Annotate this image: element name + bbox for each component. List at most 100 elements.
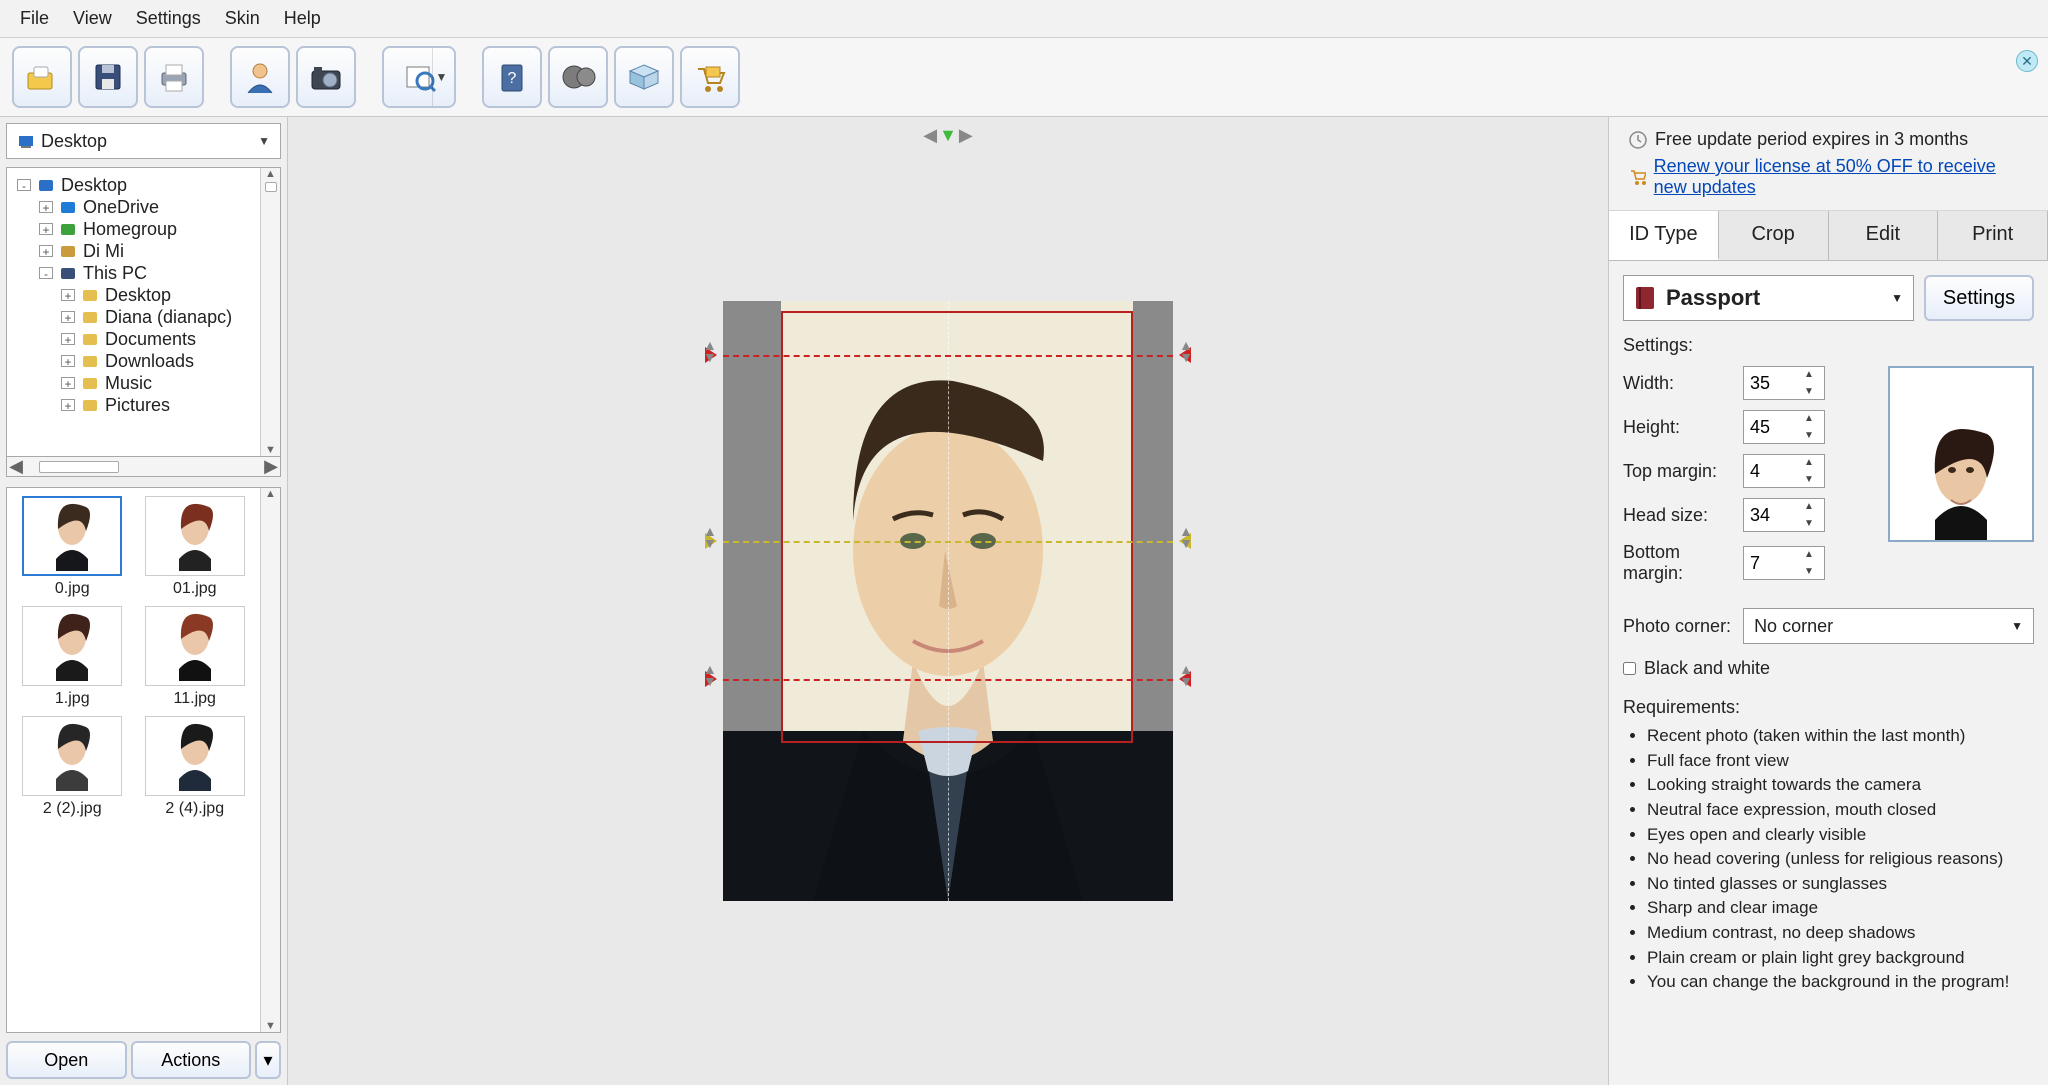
profile-button[interactable] [230,46,290,108]
cart-button[interactable] [680,46,740,108]
open-button[interactable]: Open [6,1041,127,1079]
photo-canvas[interactable]: ◀ ▼ ▶ [288,117,1608,1085]
requirement-item: Medium contrast, no deep shadows [1647,921,2034,946]
tree-hscroll[interactable]: ◀▶ [6,457,281,477]
thumbnail[interactable]: 01.jpg [138,496,253,598]
thumbnail[interactable]: 2 (4).jpg [138,716,253,818]
top-handle[interactable]: ◀ ▼ ▶ [923,125,973,146]
tree-item[interactable]: +OneDrive [13,196,254,218]
tab-crop[interactable]: Crop [1719,211,1829,260]
actions-button[interactable]: Actions [131,1041,252,1079]
open-file-button[interactable] [12,46,72,108]
bw-label: Black and white [1644,658,1770,679]
requirement-item: No head covering (unless for religious r… [1647,847,2034,872]
thumbs-scrollbar[interactable]: ▲ ▼ [260,488,280,1032]
tab-print[interactable]: Print [1938,211,2048,260]
tree-item[interactable]: -Desktop [13,174,254,196]
botmargin-spinner[interactable]: ▲▼ [1743,546,1825,580]
requirement-item: Looking straight towards the camera [1647,773,2034,798]
menu-view[interactable]: View [61,4,124,33]
idtype-label: Passport [1666,285,1760,311]
close-notice-icon[interactable]: ✕ [2016,50,2038,72]
tree-item[interactable]: +Documents [13,328,254,350]
requirement-item: Full face front view [1647,749,2034,774]
thumbnail-grid: 0.jpg 01.jpg 1.jpg 11.jpg 2 (2).jpg 2 (4… [7,488,260,1032]
width-label: Width: [1623,373,1743,394]
print-button[interactable] [144,46,204,108]
bw-checkbox[interactable] [1623,662,1636,675]
tab-idtype[interactable]: ID Type [1609,211,1719,260]
height-label: Height: [1623,417,1743,438]
chevron-down-icon: ▼ [1891,291,1903,305]
location-label: Desktop [41,131,107,152]
folder-tree[interactable]: -Desktop+OneDrive+Homegroup+Di Mi-This P… [7,168,260,456]
renew-link[interactable]: Renew your license at 50% OFF to receive… [1654,156,2028,198]
tree-item[interactable]: +Pictures [13,394,254,416]
settings-button[interactable]: Settings [1924,275,2034,321]
botmargin-label: Bottom margin: [1623,542,1743,584]
width-spinner[interactable]: ▲▼ [1743,366,1825,400]
clock-icon [1629,131,1647,149]
sample-photo [1888,366,2034,542]
requirement-item: Sharp and clear image [1647,896,2034,921]
height-spinner[interactable]: ▲▼ [1743,410,1825,444]
headsize-label: Head size: [1623,505,1743,526]
update-expiry-text: Free update period expires in 3 months [1655,129,1968,150]
box-button[interactable] [614,46,674,108]
photocorner-label: Photo corner: [1623,616,1731,637]
botmargin-input[interactable] [1744,553,1794,574]
requirement-item: You can change the background in the pro… [1647,970,2034,995]
actions-dropdown[interactable]: ▾ [255,1041,281,1079]
topmargin-input[interactable] [1744,461,1794,482]
tree-item[interactable]: +Music [13,372,254,394]
headsize-spinner[interactable]: ▲▼ [1743,498,1825,532]
svg-text:?: ? [508,70,517,87]
thumbnail[interactable]: 2 (2).jpg [15,716,130,818]
preview-button[interactable]: ▼ [382,46,456,108]
save-button[interactable] [78,46,138,108]
thumbnail[interactable]: 11.jpg [138,606,253,708]
requirement-item: Eyes open and clearly visible [1647,823,2034,848]
requirement-item: No tinted glasses or sunglasses [1647,872,2034,897]
width-input[interactable] [1744,373,1794,394]
thumbnail[interactable]: 0.jpg [15,496,130,598]
requirements-list: Recent photo (taken within the last mont… [1623,724,2034,995]
cart-icon [1629,167,1646,187]
menu-help[interactable]: Help [272,4,333,33]
passport-icon [1634,285,1656,311]
chevron-down-icon: ▼ [258,134,270,148]
chevron-down-icon: ▼ [2011,619,2023,633]
menu-file[interactable]: File [8,4,61,33]
menu-bar: File View Settings Skin Help [0,0,2048,38]
photocorner-value: No corner [1754,616,1833,637]
thumbnail[interactable]: 1.jpg [15,606,130,708]
tree-item[interactable]: +Homegroup [13,218,254,240]
topmargin-spinner[interactable]: ▲▼ [1743,454,1825,488]
tree-scrollbar[interactable]: ▲ ▼ [260,168,280,456]
tree-item[interactable]: -This PC [13,262,254,284]
video-button[interactable] [548,46,608,108]
settings-label: Settings: [1623,335,2034,356]
idtype-select[interactable]: Passport ▼ [1623,275,1914,321]
toolbar: ▼ ? ✕ [0,38,2048,117]
help-book-button[interactable]: ? [482,46,542,108]
tree-item[interactable]: +Desktop [13,284,254,306]
location-combo[interactable]: Desktop ▼ [6,123,281,159]
headsize-input[interactable] [1744,505,1794,526]
tree-item[interactable]: +Diana (dianapc) [13,306,254,328]
menu-settings[interactable]: Settings [124,4,213,33]
menu-skin[interactable]: Skin [213,4,272,33]
photocorner-select[interactable]: No corner ▼ [1743,608,2034,644]
tree-item[interactable]: +Di Mi [13,240,254,262]
requirements-label: Requirements: [1623,697,2034,718]
preview-dropdown-icon[interactable]: ▼ [432,48,450,106]
requirement-item: Neutral face expression, mouth closed [1647,798,2034,823]
requirement-item: Recent photo (taken within the last mont… [1647,724,2034,749]
tab-edit[interactable]: Edit [1829,211,1939,260]
topmargin-label: Top margin: [1623,461,1743,482]
height-input[interactable] [1744,417,1794,438]
requirement-item: Plain cream or plain light grey backgrou… [1647,946,2034,971]
camera-button[interactable] [296,46,356,108]
right-tabs: ID Type Crop Edit Print [1609,211,2048,261]
tree-item[interactable]: +Downloads [13,350,254,372]
